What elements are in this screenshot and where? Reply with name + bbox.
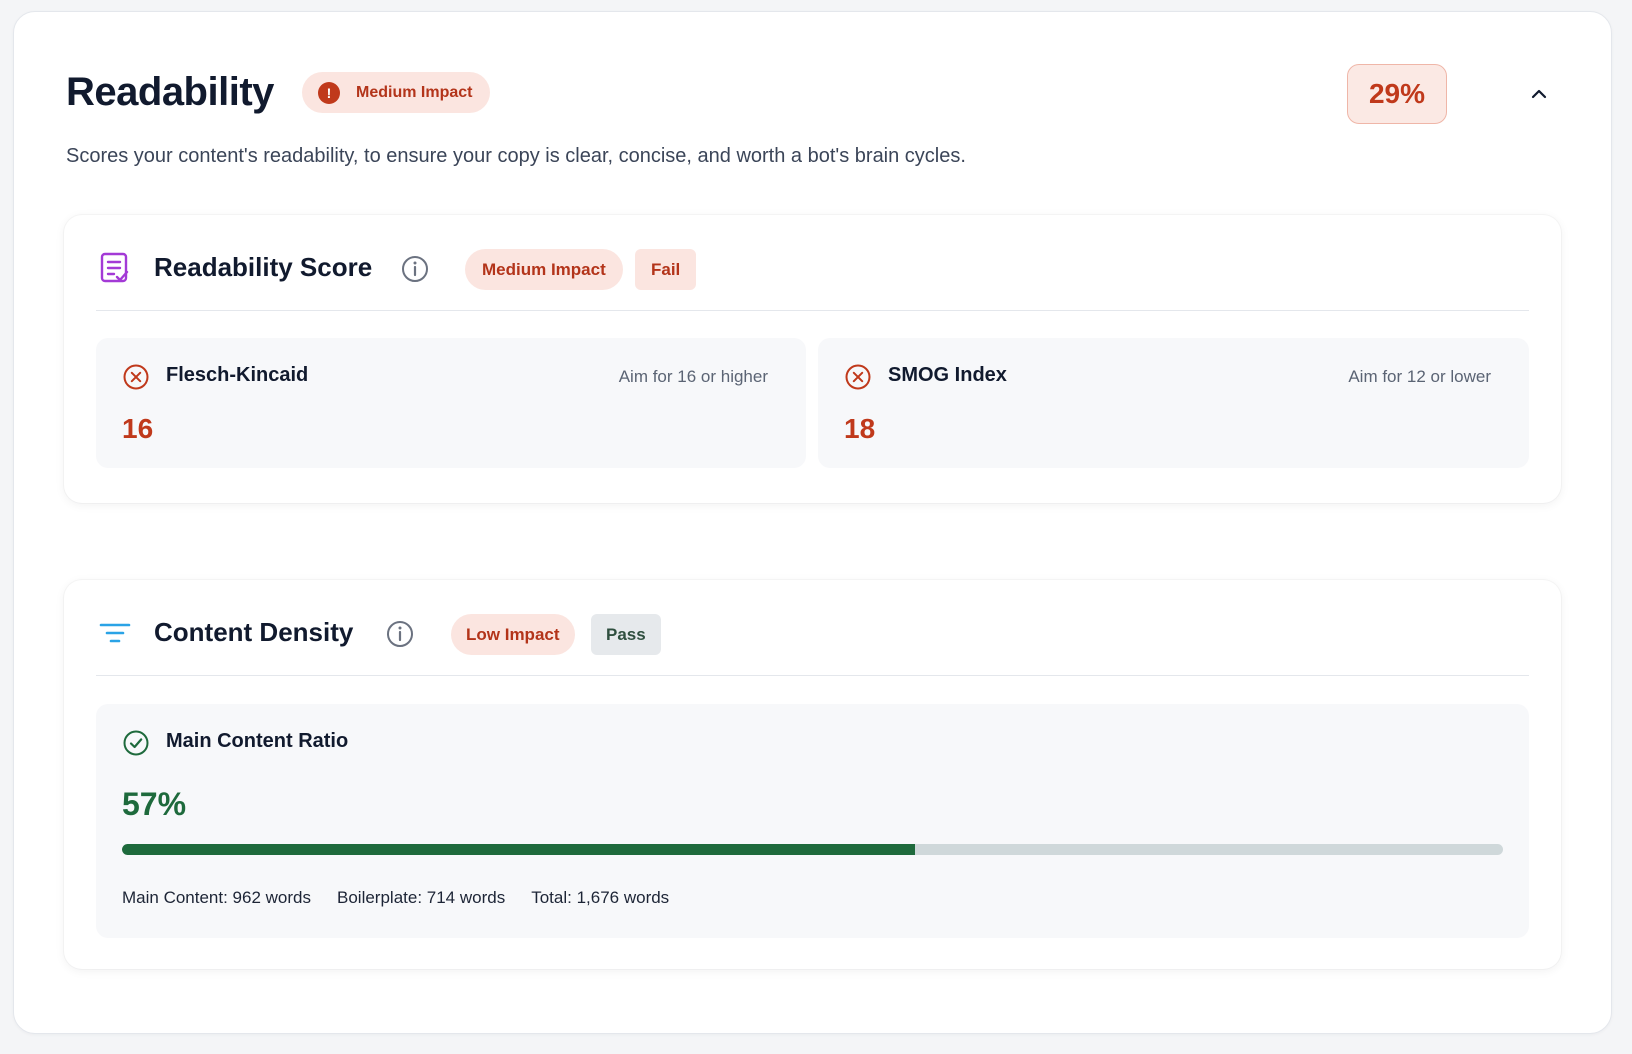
boilerplate-count: Boilerplate: 714 words [337,888,506,907]
metric-value: 57% [122,786,187,822]
status-tag: Pass [591,614,661,655]
page-title: Readability [66,70,274,114]
metric-name: SMOG Index [888,364,1007,386]
status-tag: Fail [635,249,697,290]
impact-badge: ! Medium Impact [302,72,491,113]
metric-value: 18 [844,413,876,444]
metric-flesch-kincaid: Flesch-Kincaid Aim for 16 or higher 16 [96,338,806,468]
info-icon[interactable] [401,255,429,283]
section-title: Content Density [154,617,354,647]
metric-name: Main Content Ratio [166,730,349,752]
info-icon[interactable] [386,620,414,648]
x-circle-icon [845,364,871,390]
x-circle-icon [123,364,149,390]
panel-description: Scores your content's readability, to en… [66,145,966,167]
metric-value: 16 [122,413,154,444]
content-density-header: Content Density Low Impact Pass [96,580,1529,676]
metric-aim: Aim for 16 or higher [618,367,768,386]
document-check-icon [100,252,129,283]
check-circle-icon [123,730,149,756]
total-count: Total: 1,676 words [531,888,670,907]
main-content-count: Main Content: 962 words [122,888,311,907]
panel-header: Readability ! Medium Impact 29% [66,58,1559,128]
metric-name: Flesch-Kincaid [166,364,309,386]
word-stats: Main Content: 962 words Boilerplate: 714… [122,888,669,908]
impact-tag: Medium Impact [465,249,623,290]
progress-bar [122,844,1503,855]
overall-score-badge: 29% [1347,64,1447,124]
readability-score-header: Readability Score Medium Impact Fail [96,215,1529,311]
alert-circle-icon: ! [318,81,340,104]
section-title: Readability Score [154,252,373,282]
chevron-up-icon [1531,89,1547,99]
metric-aim: Aim for 12 or lower [1348,367,1491,386]
progress-bar-fill [122,844,915,855]
impact-badge-label: Medium Impact [356,83,473,101]
metric-main-content-ratio: Main Content Ratio 57% Main Content: 962… [96,704,1529,938]
readability-score-card: Readability Score Medium Impact Fail Fle… [64,215,1561,503]
impact-tag: Low Impact [451,614,575,655]
content-density-card: Content Density Low Impact Pass Main Con… [64,580,1561,969]
metric-smog-index: SMOG Index Aim for 12 or lower 18 [818,338,1529,468]
collapse-button[interactable] [1519,74,1559,114]
filter-lines-icon [99,623,131,643]
readability-panel: Readability ! Medium Impact 29% Scores y… [13,11,1612,1034]
